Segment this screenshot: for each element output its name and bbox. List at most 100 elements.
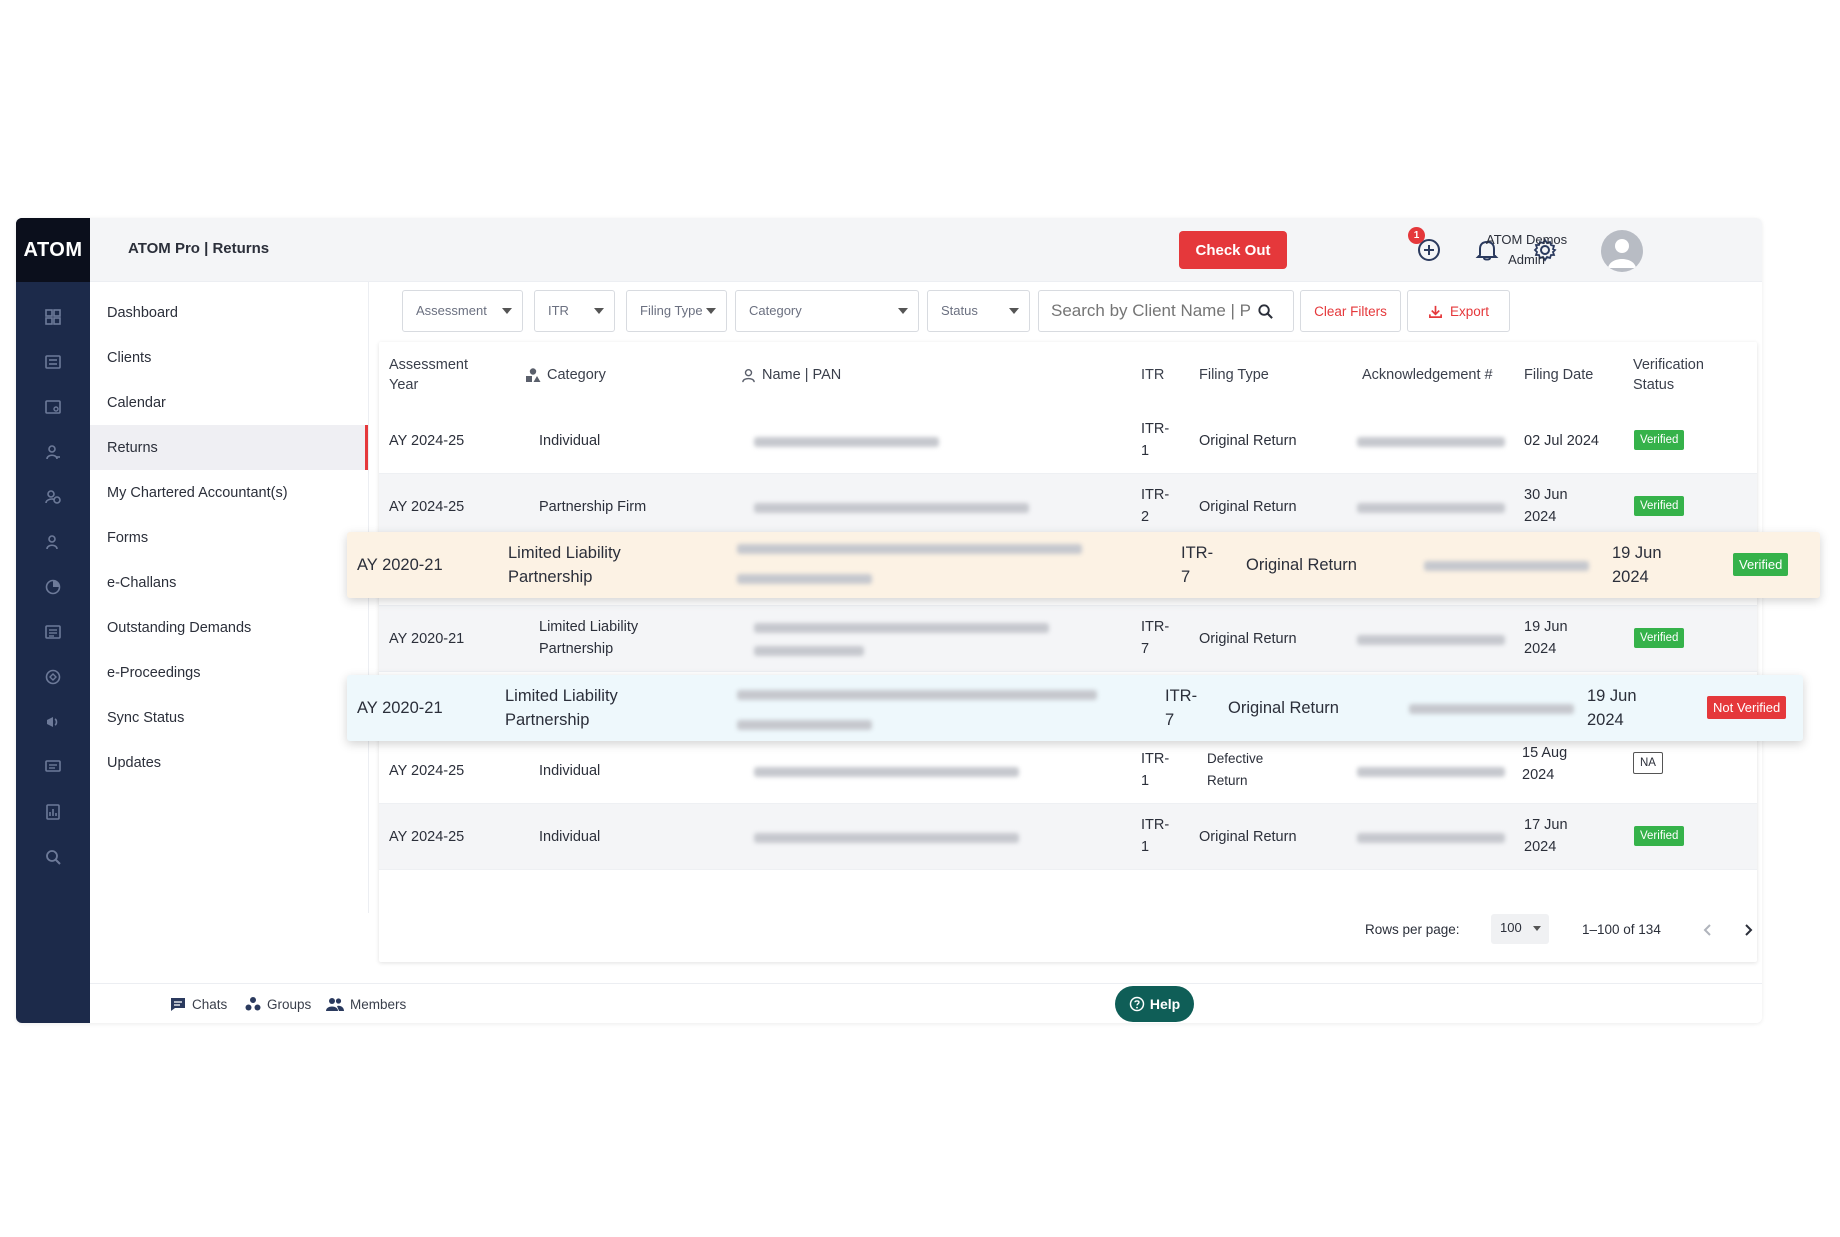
help-button[interactable]: Help <box>1115 986 1194 1022</box>
row-filing-date: 19 Jun 2024 <box>1524 619 1568 657</box>
e-proceedings-icon[interactable] <box>16 654 90 699</box>
row-filing-date: 17 Jun 2024 <box>1524 817 1568 855</box>
outstanding-demands-icon[interactable] <box>16 609 90 654</box>
e-challans-icon[interactable] <box>16 564 90 609</box>
header-filing-type[interactable]: Filing Type <box>1199 352 1319 398</box>
redacted-name-pan <box>754 437 939 447</box>
status-filter[interactable]: Status <box>927 290 1030 332</box>
page-title: ATOM Pro | Returns <box>128 240 270 257</box>
header-verification-status[interactable]: Verification Status <box>1633 352 1733 398</box>
export-button[interactable]: Export <box>1407 290 1510 332</box>
itr-filter-label: ITR <box>548 303 569 318</box>
rows-per-page-label: Rows per page: <box>1365 922 1460 937</box>
sidebar-item-dashboard[interactable]: Dashboard <box>90 290 368 335</box>
clients-icon[interactable] <box>16 339 90 384</box>
header-name-pan[interactable]: Name | PAN <box>741 352 941 398</box>
itr-filter[interactable]: ITR <box>534 290 615 332</box>
person-icon <box>742 368 755 382</box>
groups-icon <box>245 997 261 1011</box>
header-category[interactable]: Category <box>525 352 685 398</box>
returns-icon[interactable] <box>16 429 90 474</box>
avatar[interactable] <box>1601 230 1643 272</box>
clear-filters-button[interactable]: Clear Filters <box>1300 290 1401 332</box>
header-assessment-year[interactable]: Assessment Year <box>389 352 489 398</box>
status-filter-label: Status <box>941 303 978 318</box>
row-itr: ITR-7 <box>1181 544 1214 586</box>
status-badge: Verified <box>1634 826 1685 846</box>
chevron-down-icon <box>1533 926 1541 931</box>
sidebar-item-e-proceedings[interactable]: e-Proceedings <box>90 650 368 695</box>
assessment-filter[interactable]: Assessment <box>402 290 523 332</box>
check-out-button[interactable]: Check Out <box>1179 231 1287 269</box>
redacted-name-pan <box>737 690 1097 700</box>
atom-logo: ATOM <box>16 218 90 282</box>
row-category: Individual <box>539 763 601 779</box>
table-row[interactable]: AY 2024-25 Partnership Firm ITR-2 Origin… <box>379 474 1757 540</box>
calendar-icon[interactable] <box>16 384 90 429</box>
redacted-name-pan <box>754 767 1019 777</box>
assessment-filter-label: Assessment <box>416 303 487 318</box>
updates-icon[interactable] <box>16 744 90 789</box>
row-filing-date: 19 Jun 2024 <box>1612 544 1662 586</box>
sidebar-item-outstanding-demands[interactable]: Outstanding Demands <box>90 605 368 650</box>
sidebar-item-clients[interactable]: Clients <box>90 335 368 380</box>
row-assessment-year: AY 2024-25 <box>389 433 465 449</box>
status-badge: Verified <box>1634 430 1685 450</box>
table-row[interactable]: AY 2024-25 Individual ITR-1 Defective Re… <box>379 738 1757 804</box>
redacted-name-pan <box>737 544 1082 554</box>
header-filing-date[interactable]: Filing Date <box>1524 352 1614 398</box>
groups-link[interactable]: Groups <box>245 996 311 1012</box>
sidebar-item-sync-status[interactable]: Sync Status <box>90 695 368 740</box>
redacted-name-pan <box>754 833 1019 843</box>
chartered-accountant-icon[interactable] <box>16 474 90 519</box>
table-row[interactable]: AY 2024-25 Individual ITR-1 Original Ret… <box>379 804 1757 870</box>
chats-link[interactable]: Chats <box>170 996 227 1012</box>
members-link[interactable]: Members <box>326 996 406 1012</box>
header-itr[interactable]: ITR <box>1141 352 1181 398</box>
chevron-left-icon[interactable] <box>1701 922 1715 938</box>
row-filing-type: Original Return <box>1199 631 1297 647</box>
groups-label: Groups <box>267 996 312 1012</box>
row-itr: ITR-1 <box>1141 421 1170 459</box>
forms-icon[interactable] <box>16 519 90 564</box>
chat-icon <box>171 998 185 1011</box>
redacted-name-pan <box>737 720 872 730</box>
status-badge: Not Verified <box>1707 696 1787 719</box>
row-itr: ITR-1 <box>1141 817 1170 855</box>
sync-status-icon[interactable] <box>16 699 90 744</box>
chevron-right-icon[interactable] <box>1741 922 1755 938</box>
sidebar-item-returns[interactable]: Returns <box>90 425 368 470</box>
redacted-acknowledgement <box>1357 635 1505 645</box>
chevron-down-icon <box>1009 308 1019 314</box>
search-icon[interactable] <box>1257 303 1274 320</box>
row-filing-date: 02 Jul 2024 <box>1524 433 1599 449</box>
table-row[interactable]: AY 2020-21 Limited Liability Partnership… <box>379 606 1757 672</box>
header-acknowledgement[interactable]: Acknowledgement # <box>1362 352 1502 398</box>
rows-per-page-select[interactable]: 100 <box>1491 914 1549 944</box>
filing-type-filter[interactable]: Filing Type <box>626 290 727 332</box>
highlighted-row-not-verified[interactable]: AY 2020-21 Limited Liability Partnership… <box>347 675 1803 741</box>
dashboard-icon[interactable] <box>16 294 90 339</box>
header-name-pan-label: Name | PAN <box>762 367 842 383</box>
sidebar-item-chartered-accountants[interactable]: My Chartered Accountant(s) <box>90 470 368 515</box>
redacted-acknowledgement <box>1357 503 1505 513</box>
redacted-name-pan <box>754 623 1049 633</box>
search-input[interactable] <box>1038 290 1294 332</box>
row-filing-date: 15 Aug 2024 <box>1522 745 1568 783</box>
sidebar-item-e-challans[interactable]: e-Challans <box>90 560 368 605</box>
row-assessment-year: AY 2024-25 <box>389 763 465 779</box>
category-icon <box>526 368 541 382</box>
sidebar-item-calendar[interactable]: Calendar <box>90 380 368 425</box>
category-filter[interactable]: Category <box>735 290 919 332</box>
rows-per-page-value: 100 <box>1500 920 1522 935</box>
sidebar-item-updates[interactable]: Updates <box>90 740 368 785</box>
reports-icon[interactable] <box>16 789 90 834</box>
export-label: Export <box>1449 303 1490 319</box>
highlighted-row-verified[interactable]: AY 2020-21 Limited Liability Partnership… <box>347 532 1820 598</box>
table-row[interactable]: AY 2024-25 Individual ITR-1 Original Ret… <box>379 408 1757 474</box>
user-info[interactable]: ATOM Demos Admin <box>1486 230 1567 270</box>
row-itr: ITR-2 <box>1141 487 1170 525</box>
filing-type-filter-label: Filing Type <box>640 303 703 318</box>
search-icon[interactable] <box>16 834 90 879</box>
sidebar-item-forms[interactable]: Forms <box>90 515 368 560</box>
